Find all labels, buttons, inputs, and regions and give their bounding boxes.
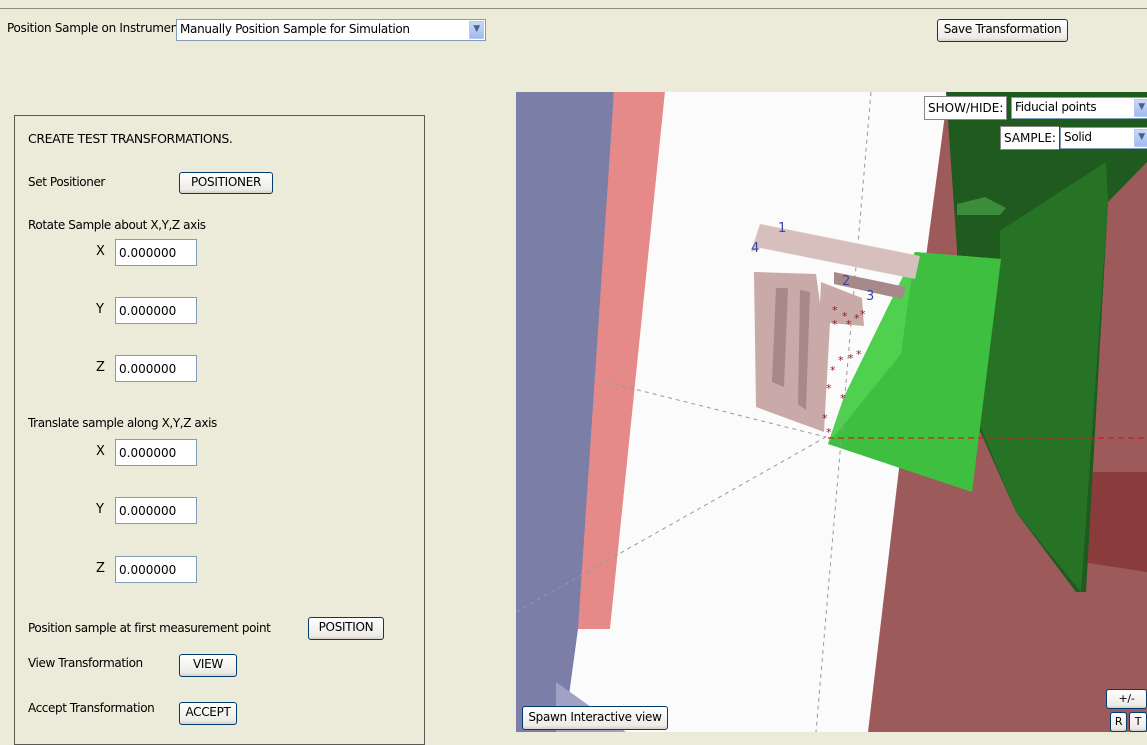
top-view-button[interactable]: T (1129, 712, 1147, 732)
accept-button[interactable]: ACCEPT (179, 702, 237, 725)
svg-text:*: * (832, 304, 838, 317)
rotate-z-input[interactable] (115, 355, 197, 382)
position-mode-value: Manually Position Sample for Simulation (180, 22, 410, 36)
chevron-down-icon[interactable]: ▼ (1134, 99, 1147, 117)
sample-select[interactable]: Solid ▼ (1060, 127, 1147, 149)
translate-x-input[interactable] (115, 439, 197, 466)
showhide-label: SHOW/HIDE: (924, 96, 1008, 120)
positioner-button[interactable]: POSITIONER (179, 172, 273, 194)
position-mode-select[interactable]: Manually Position Sample for Simulation … (176, 19, 486, 41)
view-button[interactable]: VIEW (179, 654, 237, 677)
showhide-value: Fiducial points (1015, 100, 1097, 114)
position-first-point-label: Position sample at first measurement poi… (28, 621, 271, 635)
accept-transformation-label: Accept Transformation (28, 701, 155, 715)
showhide-select[interactable]: Fiducial points ▼ (1011, 97, 1147, 119)
svg-text:*: * (856, 348, 862, 361)
trans-x-label: X (96, 444, 105, 459)
rot-x-label: X (96, 244, 105, 259)
zoom-toggle-button[interactable]: +/- (1106, 689, 1147, 709)
set-positioner-label: Set Positioner (28, 175, 105, 189)
position-sample-label: Position Sample on Instrument (7, 21, 183, 35)
instrument-scene: * * * * * *** **** ** 1 2 3 4 (516, 92, 1147, 732)
svg-text:*: * (832, 318, 838, 331)
svg-text:*: * (826, 426, 832, 439)
trans-z-label: Z (96, 561, 105, 576)
save-transformation-button[interactable]: Save Transformation (937, 19, 1068, 42)
top-divider (0, 8, 1147, 9)
rotate-y-input[interactable] (115, 297, 197, 324)
rot-y-label: Y (96, 302, 104, 317)
sample-label: SAMPLE: (1000, 126, 1059, 150)
fiducial-4: 4 (751, 241, 759, 256)
svg-text:*: * (830, 364, 836, 377)
chevron-down-icon[interactable]: ▼ (1134, 129, 1147, 147)
svg-text:*: * (860, 308, 866, 321)
rotate-label: Rotate Sample about X,Y,Z axis (28, 218, 206, 232)
panel-title: CREATE TEST TRANSFORMATIONS. (28, 131, 233, 146)
reset-view-button[interactable]: R (1110, 712, 1127, 732)
view-transformation-label: View Transformation (28, 656, 143, 670)
spawn-interactive-view-button[interactable]: Spawn Interactive view (522, 706, 668, 730)
chevron-down-icon[interactable]: ▼ (469, 21, 484, 39)
svg-text:*: * (826, 382, 832, 395)
position-button[interactable]: POSITION (308, 617, 384, 640)
test-transformations-panel: CREATE TEST TRANSFORMATIONS. Set Positio… (14, 115, 425, 745)
translate-label: Translate sample along X,Y,Z axis (28, 416, 217, 430)
fiducial-1: 1 (778, 221, 786, 236)
rot-z-label: Z (96, 360, 105, 375)
fiducial-3: 3 (866, 289, 874, 304)
trans-y-label: Y (96, 502, 104, 517)
svg-text:*: * (822, 412, 828, 425)
sample-value: Solid (1064, 130, 1092, 144)
3d-viewport[interactable]: * * * * * * * * * * * * * * 1 2 3 4 SHOW/HIDE: Fid… (516, 92, 1147, 732)
translate-y-input[interactable] (115, 497, 197, 524)
fiducial-2: 2 (842, 274, 850, 289)
svg-text:*: * (838, 354, 844, 367)
svg-text:*: * (840, 392, 846, 405)
svg-text:*: * (846, 318, 852, 331)
svg-text:*: * (848, 352, 854, 365)
translate-z-input[interactable] (115, 556, 197, 583)
rotate-x-input[interactable] (115, 239, 197, 266)
